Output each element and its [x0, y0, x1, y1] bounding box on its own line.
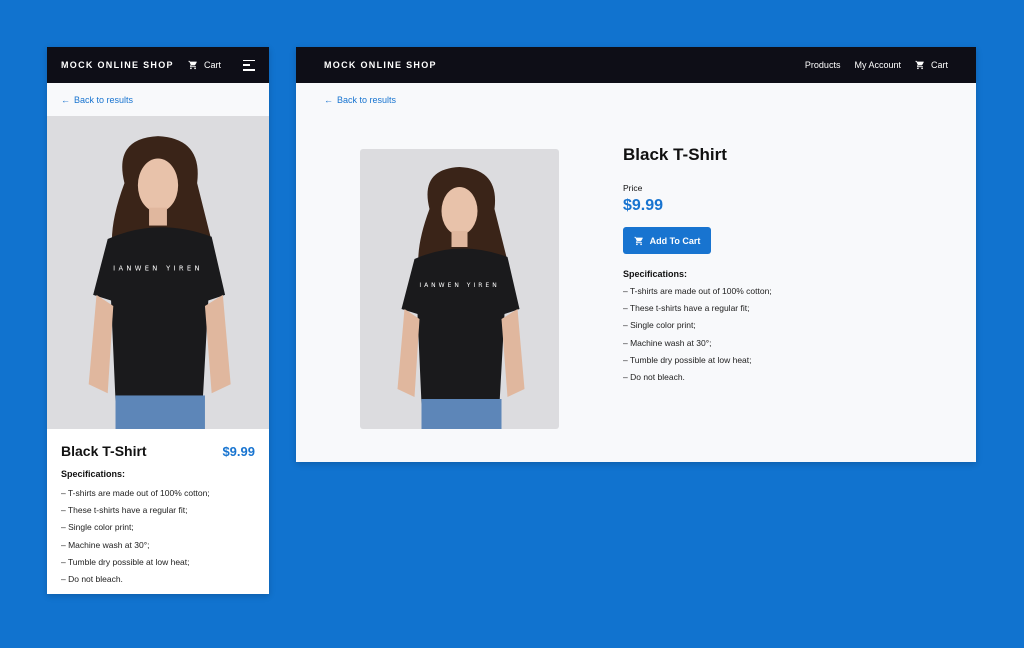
spec-item: – These t-shirts have a regular fit;	[623, 303, 750, 314]
brand-logo[interactable]: MOCK ONLINE SHOP	[61, 60, 174, 70]
product-image	[360, 149, 559, 429]
product-photo	[47, 116, 269, 429]
spec-item: – These t-shirts have a regular fit;	[61, 505, 188, 516]
add-to-cart-button[interactable]: Add To Cart	[623, 227, 711, 254]
desktop-view: MOCK ONLINE SHOP Products My Account Car…	[296, 47, 976, 462]
cart-label: Cart	[203, 60, 221, 70]
spec-item: – T-shirts are made out of 100% cotton;	[61, 488, 210, 498]
product-photo	[360, 149, 559, 429]
back-to-results-link[interactable]: ← Back to results	[61, 95, 133, 105]
cart-label: Cart	[930, 60, 948, 70]
product-title: Black T-Shirt	[623, 145, 727, 164]
spec-item: – T-shirts are made out of 100% cotton;	[623, 286, 772, 296]
specifications-list: – T-shirts are made out of 100% cotton; …	[61, 485, 255, 588]
price-label: Price	[623, 183, 643, 193]
cart-icon	[915, 60, 925, 70]
nav-link-products[interactable]: Products	[805, 60, 841, 70]
specifications-heading: Specifications:	[61, 469, 126, 479]
cart-icon	[188, 60, 198, 70]
product-image	[47, 116, 269, 429]
hamburger-menu-icon[interactable]	[243, 59, 255, 71]
cart-link[interactable]: Cart	[915, 60, 948, 70]
arrow-left-icon: ←	[61, 95, 70, 105]
back-to-results-link[interactable]: ← Back to results	[324, 95, 396, 105]
back-link-label: Back to results	[74, 95, 134, 105]
product-price: $9.99	[222, 444, 255, 459]
product-details: Black T-Shirt Price $9.99 Add To Cart Sp…	[623, 145, 772, 386]
spec-item: – Machine wash at 30°;	[623, 337, 712, 348]
product-info: Black T-Shirt $9.99 Specifications: – T-…	[47, 429, 269, 594]
add-to-cart-label: Add To Cart	[649, 235, 701, 246]
mobile-view: MOCK ONLINE SHOP Cart ← Back to results …	[47, 47, 269, 594]
spec-item: – Tumble dry possible at low heat;	[61, 556, 190, 567]
mobile-navbar: MOCK ONLINE SHOP Cart	[47, 47, 269, 83]
spec-item: – Single color print;	[61, 522, 134, 533]
spec-item: – Machine wash at 30°;	[61, 539, 150, 550]
spec-item: – Do not bleach.	[61, 574, 123, 585]
spec-item: – Do not bleach.	[623, 372, 685, 383]
back-link-label: Back to results	[337, 95, 397, 105]
nav-link-my-account[interactable]: My Account	[854, 60, 901, 70]
spec-item: – Tumble dry possible at low heat;	[623, 354, 752, 365]
spec-item: – Single color print;	[623, 320, 696, 331]
desktop-navbar: MOCK ONLINE SHOP Products My Account Car…	[296, 47, 976, 83]
cart-link[interactable]: Cart	[188, 60, 221, 70]
cart-icon	[634, 236, 644, 246]
specifications-list: – T-shirts are made out of 100% cotton; …	[623, 283, 772, 386]
product-price: $9.99	[623, 197, 664, 214]
brand-logo[interactable]: MOCK ONLINE SHOP	[324, 60, 791, 70]
arrow-left-icon: ←	[324, 95, 333, 105]
product-title: Black T-Shirt	[61, 443, 147, 459]
specifications-heading: Specifications:	[623, 269, 688, 279]
